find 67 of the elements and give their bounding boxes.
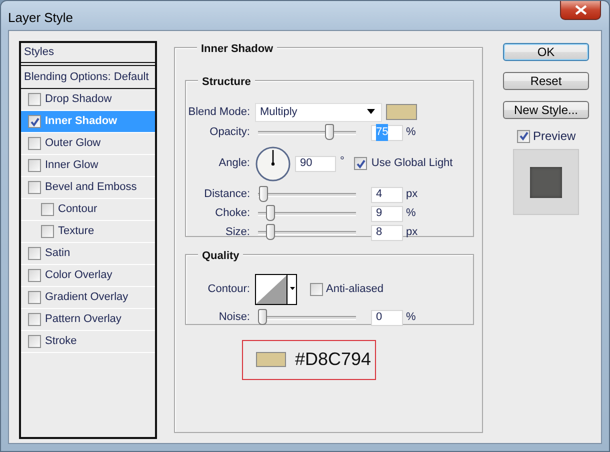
field-label: Angle:	[218, 156, 250, 172]
slider-thumb[interactable]	[324, 124, 334, 140]
number-field[interactable]: 4	[371, 186, 403, 202]
style-list-item[interactable]: Contour	[21, 199, 155, 221]
checkbox-label: Anti-aliased	[326, 282, 384, 297]
field-label: Size:	[224, 225, 250, 240]
checkbox[interactable]	[28, 335, 41, 348]
preview-square	[530, 166, 562, 198]
field-label: Opacity:	[208, 125, 250, 140]
slider-thumb[interactable]	[258, 309, 267, 325]
number-field[interactable]: 9	[371, 206, 403, 222]
unit-label: %	[406, 206, 416, 222]
unit-label: px	[406, 187, 418, 202]
hex-color-label: #D8C794	[295, 348, 372, 371]
close-icon	[574, 5, 586, 15]
checkbox[interactable]	[28, 115, 41, 128]
checkbox[interactable]	[517, 130, 530, 142]
contour-picker[interactable]	[255, 274, 297, 304]
field-label: Noise:	[218, 310, 250, 326]
caret-icon	[367, 109, 375, 114]
field-label: Contour:	[206, 282, 250, 297]
checkbox[interactable]	[28, 137, 41, 150]
style-list-item[interactable]: Pattern Overlay	[21, 309, 155, 331]
style-list-item[interactable]: Stroke	[21, 331, 155, 353]
style-list-item[interactable]: Gradient Overlay	[21, 287, 155, 309]
unit-label: %	[406, 125, 416, 140]
field-label: Blend Mode:	[187, 104, 250, 120]
field-label: Distance:	[203, 187, 250, 202]
number-field[interactable]: 90	[295, 156, 336, 172]
angle-dial[interactable]	[255, 146, 291, 182]
checkbox[interactable]	[28, 313, 41, 326]
checkbox[interactable]	[28, 159, 41, 172]
checkbox[interactable]	[28, 247, 41, 260]
checkbox-label: Preview	[533, 128, 576, 145]
list-item[interactable]: Blending Options: Default	[21, 66, 155, 89]
checkbox[interactable]	[310, 282, 323, 296]
blend-mode-dropdown[interactable]: Multiply	[255, 102, 382, 122]
slider-thumb[interactable]	[266, 224, 275, 240]
style-list-item[interactable]: Outer Glow	[21, 133, 155, 155]
checkbox[interactable]	[41, 203, 54, 216]
checkbox[interactable]	[354, 157, 368, 170]
close-button[interactable]	[560, 1, 601, 20]
style-list-item[interactable]: Inner Glow	[21, 155, 155, 177]
checkbox[interactable]	[28, 93, 41, 106]
checkbox-label: Use Global Light	[371, 156, 453, 172]
style-list-item[interactable]: Satin	[21, 243, 155, 265]
slider-thumb[interactable]	[266, 205, 275, 221]
window-title: Layer Style	[8, 9, 74, 27]
field-label: Choke:	[214, 206, 250, 222]
unit-label: %	[406, 310, 416, 326]
style-list-item[interactable]: Texture	[21, 221, 155, 243]
checkbox[interactable]	[28, 269, 41, 282]
checkbox[interactable]	[28, 181, 41, 194]
slider-thumb[interactable]	[259, 186, 268, 202]
checkbox[interactable]	[28, 291, 41, 304]
color-swatch[interactable]	[386, 104, 417, 120]
checkbox[interactable]	[41, 225, 54, 238]
dialog-button[interactable]: Reset	[503, 72, 589, 90]
degree-label: °	[340, 154, 344, 169]
unit-label: px	[406, 225, 418, 240]
number-field[interactable]: 8	[371, 224, 403, 240]
style-list-item[interactable]: Bevel and Emboss	[21, 177, 155, 199]
number-field[interactable]: 0	[371, 310, 403, 326]
list-header: Styles	[21, 43, 155, 66]
style-list-item[interactable]: Color Overlay	[21, 265, 155, 287]
dialog-button[interactable]: OK	[503, 43, 589, 61]
dialog-button[interactable]: New Style...	[503, 101, 589, 119]
